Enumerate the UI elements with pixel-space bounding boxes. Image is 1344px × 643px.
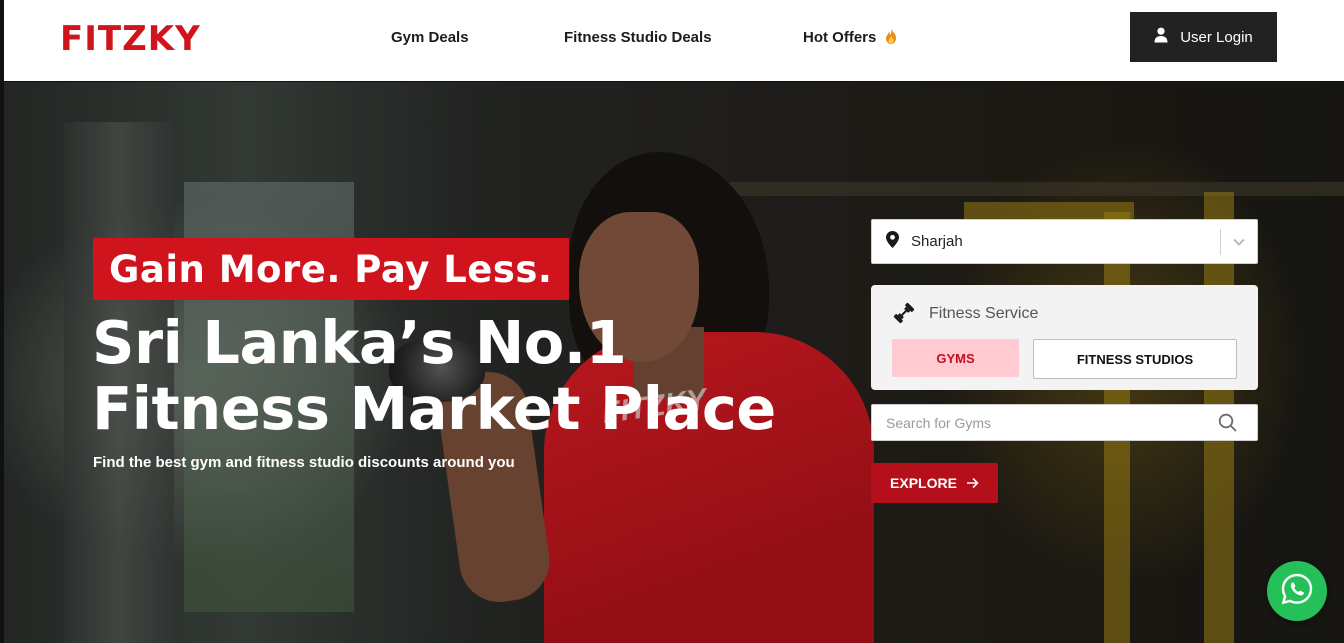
search-icon[interactable] bbox=[1218, 413, 1237, 437]
fitness-service-panel: Fitness Service GYMS FITNESS STUDIOS bbox=[871, 285, 1258, 390]
whatsapp-chat-button[interactable] bbox=[1267, 561, 1327, 621]
user-login-button[interactable]: User Login bbox=[1130, 12, 1277, 62]
user-login-label: User Login bbox=[1180, 28, 1253, 46]
tagline-text: Gain More. Pay Less. bbox=[109, 247, 553, 291]
fitness-service-label: Fitness Service bbox=[929, 305, 1039, 322]
whatsapp-icon bbox=[1280, 572, 1314, 611]
nav-fitness-studio-deals-label: Fitness Studio Deals bbox=[564, 29, 712, 46]
gym-search-box bbox=[871, 404, 1258, 441]
nav-hot-offers[interactable]: Hot Offers bbox=[803, 28, 897, 50]
location-pin-icon bbox=[886, 230, 899, 253]
nav-gym-deals-label: Gym Deals bbox=[391, 29, 469, 46]
location-select[interactable]: Sharjah bbox=[871, 219, 1258, 264]
chevron-down-icon[interactable] bbox=[1221, 238, 1257, 246]
fitzky-logo[interactable]: FITZKY bbox=[60, 19, 201, 59]
nav-fitness-studio-deals[interactable]: Fitness Studio Deals bbox=[564, 28, 712, 48]
hero-headline-line2: Fitness Market Place bbox=[92, 374, 776, 443]
flame-icon bbox=[885, 28, 897, 50]
explore-button[interactable]: EXPLORE bbox=[871, 463, 998, 503]
explore-label: EXPLORE bbox=[890, 475, 957, 491]
user-icon bbox=[1154, 27, 1168, 47]
tagline-banner: Gain More. Pay Less. bbox=[93, 238, 569, 300]
hero-subtitle: Find the best gym and fitness studio dis… bbox=[93, 454, 515, 471]
nav-hot-offers-label: Hot Offers bbox=[803, 29, 877, 46]
hero-section: FITZKY Gain More. Pay Less. Sri Lanka’s … bbox=[4, 82, 1344, 643]
hero-headline-line1: Sri Lanka’s No.1 bbox=[92, 308, 627, 377]
hero-headline: Sri Lanka’s No.1 Fitness Market Place bbox=[92, 310, 776, 442]
dumbbell-icon bbox=[893, 302, 915, 329]
gyms-toggle-button[interactable]: GYMS bbox=[892, 339, 1019, 377]
fitness-studios-toggle-button[interactable]: FITNESS STUDIOS bbox=[1033, 339, 1237, 379]
arrow-right-icon bbox=[966, 475, 979, 491]
nav-gym-deals[interactable]: Gym Deals bbox=[391, 28, 469, 48]
gym-search-input[interactable] bbox=[872, 405, 1212, 440]
location-value: Sharjah bbox=[911, 233, 963, 250]
site-header: FITZKY Gym Deals Fitness Studio Deals Ho… bbox=[4, 0, 1344, 81]
